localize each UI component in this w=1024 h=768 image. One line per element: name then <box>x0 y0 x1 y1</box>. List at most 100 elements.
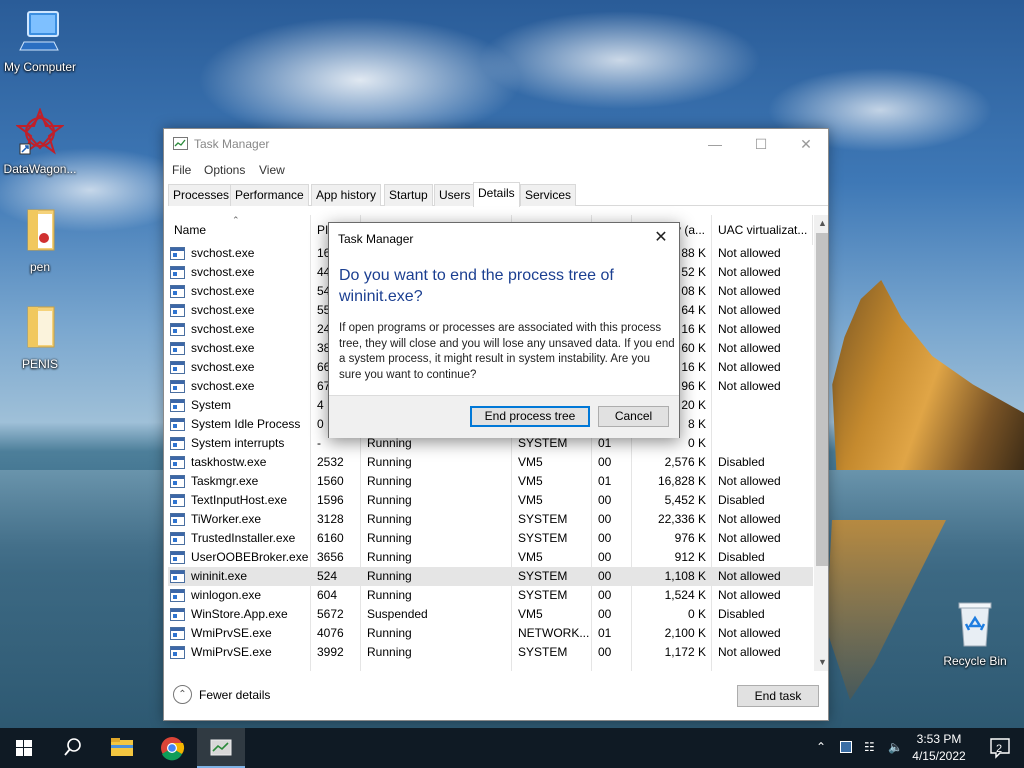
table-row[interactable]: winlogon.exe 604 Running SYSTEM 00 1,524 K Not… <box>168 586 813 605</box>
scroll-up-icon[interactable]: ▲ <box>814 215 828 232</box>
cell-uac: Not allowed <box>712 358 813 377</box>
table-row[interactable]: WmiPrvSE.exe 4076 Running NETWORK... 01 2,100… <box>168 624 813 643</box>
cell-text: Running <box>367 493 412 507</box>
desktop-icon-pen[interactable]: pen <box>0 208 80 274</box>
cell-cpu: 00 <box>592 491 632 510</box>
cell-name: Taskmgr.exe <box>168 472 311 491</box>
cell-text: TrustedInstaller.exe <box>191 531 296 545</box>
menu-view[interactable]: View <box>259 163 285 177</box>
table-row[interactable]: taskhostw.exe 2532 Running VM5 00 2,576 K Disa… <box>168 453 813 472</box>
cell-text: 08 K <box>681 284 706 298</box>
taskbar-task-manager[interactable] <box>197 728 245 768</box>
cell-text: Running <box>367 512 412 526</box>
cancel-button[interactable]: Cancel <box>598 406 669 427</box>
desktop-icon-datawagon[interactable]: DataWagon... <box>0 107 80 176</box>
cell-text: SYSTEM <box>518 645 568 659</box>
cell-mem: 2,576 K <box>632 453 712 472</box>
desktop-icon-my-computer[interactable]: My Computer <box>0 8 80 74</box>
column-header-uac[interactable]: UAC virtualizat... <box>712 215 813 245</box>
cell-text: 5,452 K <box>664 493 706 507</box>
cell-mem: 22,336 K <box>632 510 712 529</box>
cell-text: 00 <box>598 455 612 469</box>
cell-text: WmiPrvSE.exe <box>191 626 272 640</box>
notification-center-button[interactable]: 2 <box>978 728 1024 768</box>
cell-status: Running <box>361 586 512 605</box>
desktop-icon-recycle-bin[interactable]: Recycle Bin <box>935 600 1015 668</box>
tab-performance[interactable]: Performance <box>230 184 309 206</box>
taskbar-file-explorer[interactable] <box>98 728 146 768</box>
end-process-tree-button[interactable]: End process tree <box>470 406 590 427</box>
vertical-scrollbar[interactable]: ▲ ▼ <box>814 215 828 671</box>
cell-text: svchost.exe <box>191 322 255 336</box>
cell-text: Running <box>367 455 412 469</box>
table-row[interactable]: TiWorker.exe 3128 Running SYSTEM 00 22,336 K N… <box>168 510 813 529</box>
cell-name: svchost.exe <box>168 377 311 396</box>
tab-details[interactable]: Details <box>473 182 520 207</box>
scrollbar-thumb[interactable] <box>816 233 828 566</box>
cell-name: System Idle Process <box>168 415 311 434</box>
minimize-button[interactable]: — <box>692 129 738 159</box>
menu-options[interactable]: Options <box>204 163 245 177</box>
cell-text: NETWORK... <box>518 626 590 640</box>
table-row[interactable]: UserOOBEBroker.exe 3656 Running VM5 00 912 K D… <box>168 548 813 567</box>
desktop-icon-folder[interactable]: PENIS <box>0 305 80 371</box>
cell-text: 20 K <box>681 398 706 412</box>
volume-icon[interactable]: 🔈 <box>888 740 903 754</box>
menu-file[interactable]: File <box>172 163 191 177</box>
process-icon <box>170 608 185 621</box>
tab-startup[interactable]: Startup <box>384 184 433 206</box>
start-button[interactable] <box>0 728 48 768</box>
show-hidden-icons-icon[interactable]: ⌃ <box>816 740 826 754</box>
table-row[interactable]: wininit.exe 524 Running SYSTEM 00 1,108 K Not … <box>168 567 813 586</box>
close-button[interactable]: ✕ <box>783 129 829 159</box>
tab-users[interactable]: Users <box>434 184 476 206</box>
process-icon <box>170 456 185 469</box>
tab-processes[interactable]: Processes <box>168 184 235 206</box>
table-row[interactable]: WmiPrvSE.exe 3992 Running SYSTEM 00 1,172 K No… <box>168 643 813 662</box>
cell-uac: Not allowed <box>712 586 813 605</box>
taskbar-chrome[interactable] <box>148 728 196 768</box>
notification-count: 2 <box>996 743 1003 755</box>
cell-text: 00 <box>598 607 612 621</box>
cell-text: Running <box>367 569 412 583</box>
cell-text: winlogon.exe <box>191 588 262 602</box>
cell-text: 00 <box>598 645 612 659</box>
network-icon[interactable]: ☷ <box>864 740 875 754</box>
cell-text: VM5 <box>518 455 543 469</box>
cell-text: Disabled <box>718 455 765 469</box>
cell-text: svchost.exe <box>191 379 255 393</box>
column-header-name[interactable]: Name ⌃ <box>168 215 311 245</box>
desktop-icon-label: DataWagon... <box>3 162 77 176</box>
cell-text: Not allowed <box>718 360 781 374</box>
cell-pid: 524 <box>311 567 361 586</box>
search-button[interactable] <box>48 728 96 768</box>
process-icon <box>170 380 185 393</box>
cell-text: 0 <box>317 417 324 431</box>
end-task-button[interactable]: End task <box>737 685 819 707</box>
cell-text: Running <box>367 436 412 450</box>
cell-cpu: 01 <box>592 624 632 643</box>
cell-cpu: 00 <box>592 510 632 529</box>
table-row[interactable]: TextInputHost.exe 1596 Running VM5 00 5,452 K… <box>168 491 813 510</box>
title-bar[interactable]: Task Manager — ☐ ✕ <box>164 129 828 159</box>
table-row[interactable]: Taskmgr.exe 1560 Running VM5 01 16,828 K Not a… <box>168 472 813 491</box>
cell-status: Running <box>361 453 512 472</box>
display-icon[interactable] <box>840 741 852 753</box>
tab-app-history[interactable]: App history <box>311 184 382 206</box>
cell-text: 2532 <box>317 455 344 469</box>
table-row[interactable]: TrustedInstaller.exe 6160 Running SYSTEM 00 9… <box>168 529 813 548</box>
dialog-close-icon[interactable]: ✕ <box>649 227 673 249</box>
cell-text: SYSTEM <box>518 436 568 450</box>
tab-services[interactable]: Services <box>520 184 577 206</box>
cell-user: VM5 <box>512 548 592 567</box>
table-row[interactable]: WinStore.App.exe 5672 Suspended VM5 00 0 K Dis… <box>168 605 813 624</box>
clock-date[interactable]: 4/15/2022 <box>908 749 970 763</box>
process-icon <box>170 266 185 279</box>
cell-uac: Not allowed <box>712 377 813 396</box>
cell-pid: 3656 <box>311 548 361 567</box>
clock-time[interactable]: 3:53 PM <box>908 732 970 746</box>
scroll-down-icon[interactable]: ▼ <box>814 654 828 671</box>
cell-pid: 2532 <box>311 453 361 472</box>
process-icon <box>170 475 185 488</box>
maximize-button[interactable]: ☐ <box>738 129 784 159</box>
